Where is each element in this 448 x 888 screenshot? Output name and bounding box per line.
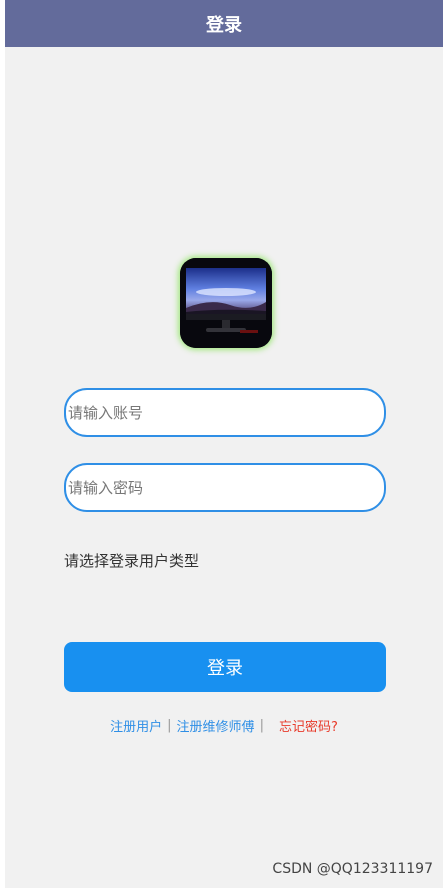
password-field[interactable] bbox=[64, 463, 386, 512]
user-type-selector[interactable]: 请选择登录用户类型 bbox=[64, 550, 199, 571]
forgot-password-link[interactable]: 忘记密码? bbox=[279, 716, 338, 735]
watermark: CSDN @QQ123311197 bbox=[272, 861, 433, 877]
monitor-landscape-icon bbox=[180, 258, 272, 348]
link-separator: | bbox=[259, 718, 264, 733]
navigation-bar: 登录 bbox=[5, 0, 443, 47]
link-separator: | bbox=[167, 718, 172, 733]
page-title: 登录 bbox=[206, 14, 242, 36]
account-input[interactable] bbox=[66, 390, 384, 435]
login-button[interactable]: 登录 bbox=[64, 642, 386, 692]
register-user-link[interactable]: 注册用户 bbox=[110, 716, 162, 735]
account-field[interactable] bbox=[64, 388, 386, 437]
register-technician-link[interactable]: 注册维修师傅 bbox=[177, 716, 255, 735]
footer-links: 注册用户 | 注册维修师傅 | 忘记密码? bbox=[5, 716, 443, 735]
app-screen: 登录 请选择登录用户类型 bbox=[5, 0, 443, 888]
password-input[interactable] bbox=[66, 465, 384, 510]
app-logo bbox=[180, 258, 272, 348]
